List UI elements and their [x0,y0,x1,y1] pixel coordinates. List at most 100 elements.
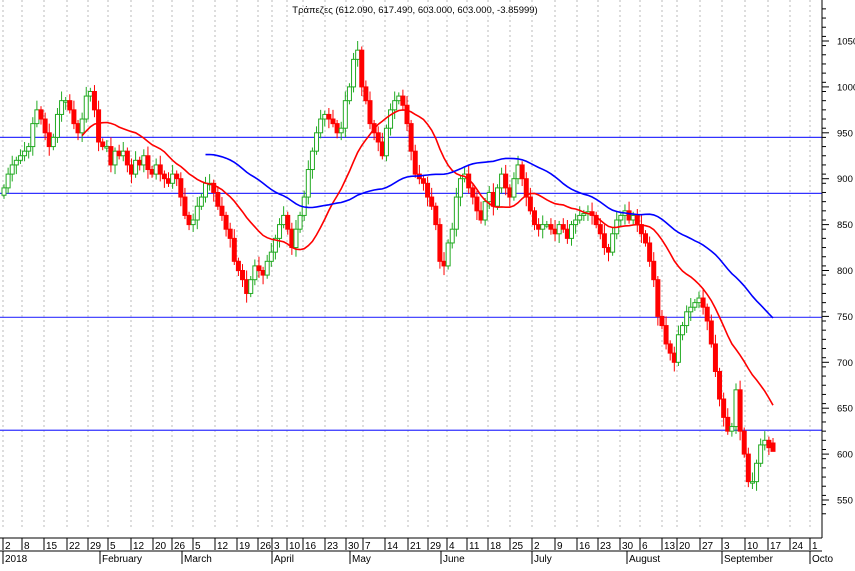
candle-down [519,164,525,180]
candle-up [203,182,209,198]
candle-down [223,214,229,230]
candlestick-chart: Τράπεζες (612.090, 617.490, 603.000, 603… [0,0,855,565]
candle-down [244,279,250,294]
week-label: 27 [702,541,714,552]
candle-up [680,325,686,336]
candle-up [494,187,500,207]
candle-down [548,224,554,230]
candle-up [692,302,698,308]
candle-down [634,214,640,226]
candle-up [630,214,636,221]
candle-up [392,100,398,111]
week-label: 22 [69,541,81,552]
candle-down [704,306,710,322]
week-label: 23 [600,541,612,552]
candle-down [100,141,106,148]
candle-up [79,118,85,134]
candle-down [737,389,743,432]
candle-up [34,109,40,125]
candle-up [112,150,118,166]
week-label: 4 [449,541,455,552]
month-label: August [629,554,660,565]
week-label: 9 [557,541,563,552]
week-label: 1 [812,541,818,552]
candle-up [314,132,320,152]
candle-down [137,159,143,166]
candle-down [157,164,163,175]
candle-up [581,213,587,216]
candle-up [318,118,324,134]
chart-title: Τράπεζες (612.090, 617.490, 603.000, 603… [292,5,537,16]
candle-down [67,100,73,111]
candle-down [408,123,414,152]
candle-down [490,191,496,207]
candle-down [334,123,340,134]
candle-down [667,343,673,354]
candle-down [626,210,632,221]
week-label: 8 [24,541,30,552]
candle-down [425,182,431,198]
candle-up [104,146,110,149]
week-label: 15 [46,541,58,552]
week-label: 20 [155,541,167,552]
week-label: 13 [664,541,676,552]
candle-up [252,265,258,281]
candle-up [383,127,389,157]
candle-down [38,109,44,120]
candle-up [499,173,505,189]
week-label: 30 [348,541,360,552]
candle-up [688,306,694,313]
candle-up [511,178,517,198]
y-tick-label: 750 [837,312,853,323]
candle-up [17,155,23,161]
candle-up [22,150,28,157]
candle-down [108,146,114,166]
month-label: June [443,554,465,565]
candle-up [482,201,488,221]
candle-down [606,247,612,253]
week-label: 2 [534,541,540,552]
y-axis: 1050 1000 950 900 850 800 750 700 650 600 550 [821,0,855,538]
candles [1,41,776,491]
candle-up [133,159,139,175]
candle-up [170,173,176,184]
candle-up [63,100,69,103]
candle-down [725,416,731,432]
candle-up [9,164,15,175]
candle-down [330,118,336,125]
week-label: 29 [90,541,102,552]
candle-up [120,150,126,157]
candle-up [758,444,764,464]
candle-up [87,90,93,97]
candle-down [659,315,665,327]
week-label: 3 [724,541,730,552]
candle-down [256,265,262,272]
y-tick-label: 550 [837,496,853,507]
candle-down [289,228,295,249]
candle-down [643,233,649,244]
month-label: March [184,554,212,565]
candle-up [355,49,361,60]
grid-lines [2,0,811,527]
candle-up [453,196,459,230]
week-label: 21 [410,541,422,552]
candle-up [54,113,60,138]
candle-up [342,100,348,129]
candle-down [717,370,723,400]
candle-down [597,224,603,235]
candle-down [651,260,657,281]
candle-up [675,334,681,363]
candle-up [729,426,735,432]
week-label: 10 [747,541,759,552]
candle-down [227,228,233,239]
candle-down [219,205,225,216]
candle-down [260,270,266,276]
candle-up [556,224,562,235]
week-label: 25 [512,541,524,552]
candle-down [96,109,102,143]
month-label: September [724,554,774,565]
y-tick-label: 650 [837,404,853,415]
candle-up [153,164,159,175]
candle-down [478,210,484,221]
week-label: 18 [490,541,502,552]
